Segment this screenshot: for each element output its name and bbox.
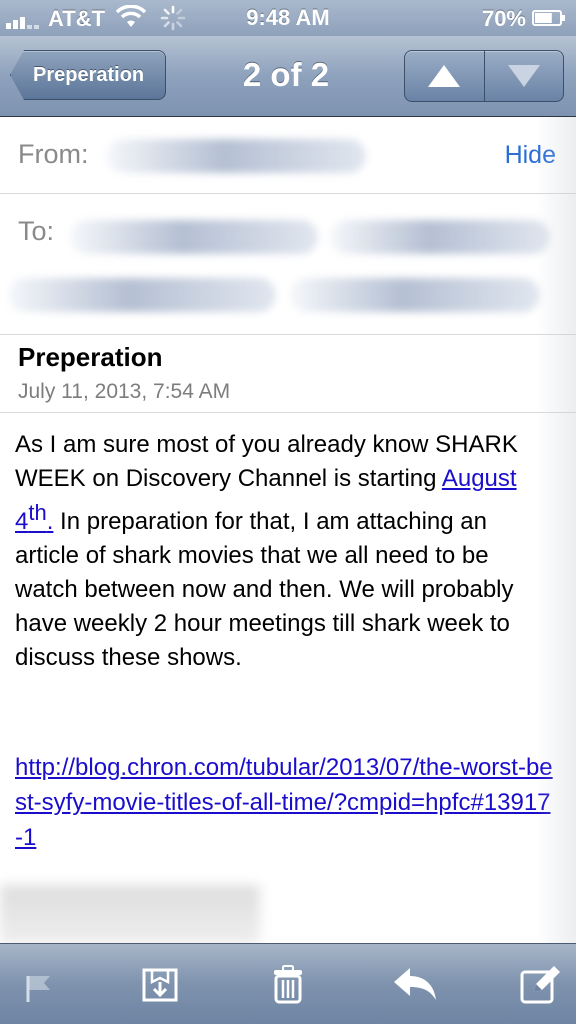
move-to-folder-icon[interactable] xyxy=(138,962,182,1006)
from-row: From: Hide xyxy=(0,117,576,194)
back-button[interactable]: Preperation xyxy=(10,50,166,100)
battery-icon xyxy=(532,10,565,26)
recipient-redacted[interactable] xyxy=(330,220,550,254)
to-label: To: xyxy=(18,216,55,246)
message-body: As I am sure most of you already know SH… xyxy=(15,428,555,675)
compose-icon[interactable] xyxy=(518,962,562,1006)
recipient-redacted[interactable] xyxy=(70,220,318,254)
body-text-part2: In preparation for that, I am attaching … xyxy=(15,508,514,671)
from-label: From: xyxy=(18,139,89,169)
message-position-title: 2 of 2 xyxy=(242,56,330,93)
signature-redacted xyxy=(0,885,260,945)
article-link[interactable]: http://blog.chron.com/tubular/2013/07/th… xyxy=(15,754,553,851)
message-date: July 11, 2013, 7:54 AM xyxy=(18,380,231,403)
battery-percent: 70% xyxy=(481,6,526,31)
to-row: To: xyxy=(0,194,576,335)
arrow-down-icon xyxy=(507,65,540,87)
arrow-up-icon xyxy=(428,65,461,87)
recipient-redacted[interactable] xyxy=(8,278,276,312)
message-navigation-control xyxy=(404,50,564,102)
next-message-button[interactable] xyxy=(483,51,564,101)
flag-icon[interactable] xyxy=(18,962,62,1006)
trash-icon[interactable] xyxy=(266,962,310,1006)
recipient-redacted[interactable] xyxy=(290,278,540,312)
status-bar: AT&T 9:48 AM 70% xyxy=(0,0,576,36)
previous-message-button[interactable] xyxy=(405,51,484,101)
header-divider xyxy=(0,412,576,413)
bottom-toolbar xyxy=(0,943,576,1024)
article-link-block: http://blog.chron.com/tubular/2013/07/th… xyxy=(15,750,555,855)
sender-redacted[interactable] xyxy=(106,139,366,173)
navigation-bar: Preperation 2 of 2 xyxy=(0,36,576,117)
message-subject: Preperation xyxy=(18,342,163,372)
reply-icon[interactable] xyxy=(390,962,442,1006)
page-edge-shade xyxy=(536,117,576,943)
